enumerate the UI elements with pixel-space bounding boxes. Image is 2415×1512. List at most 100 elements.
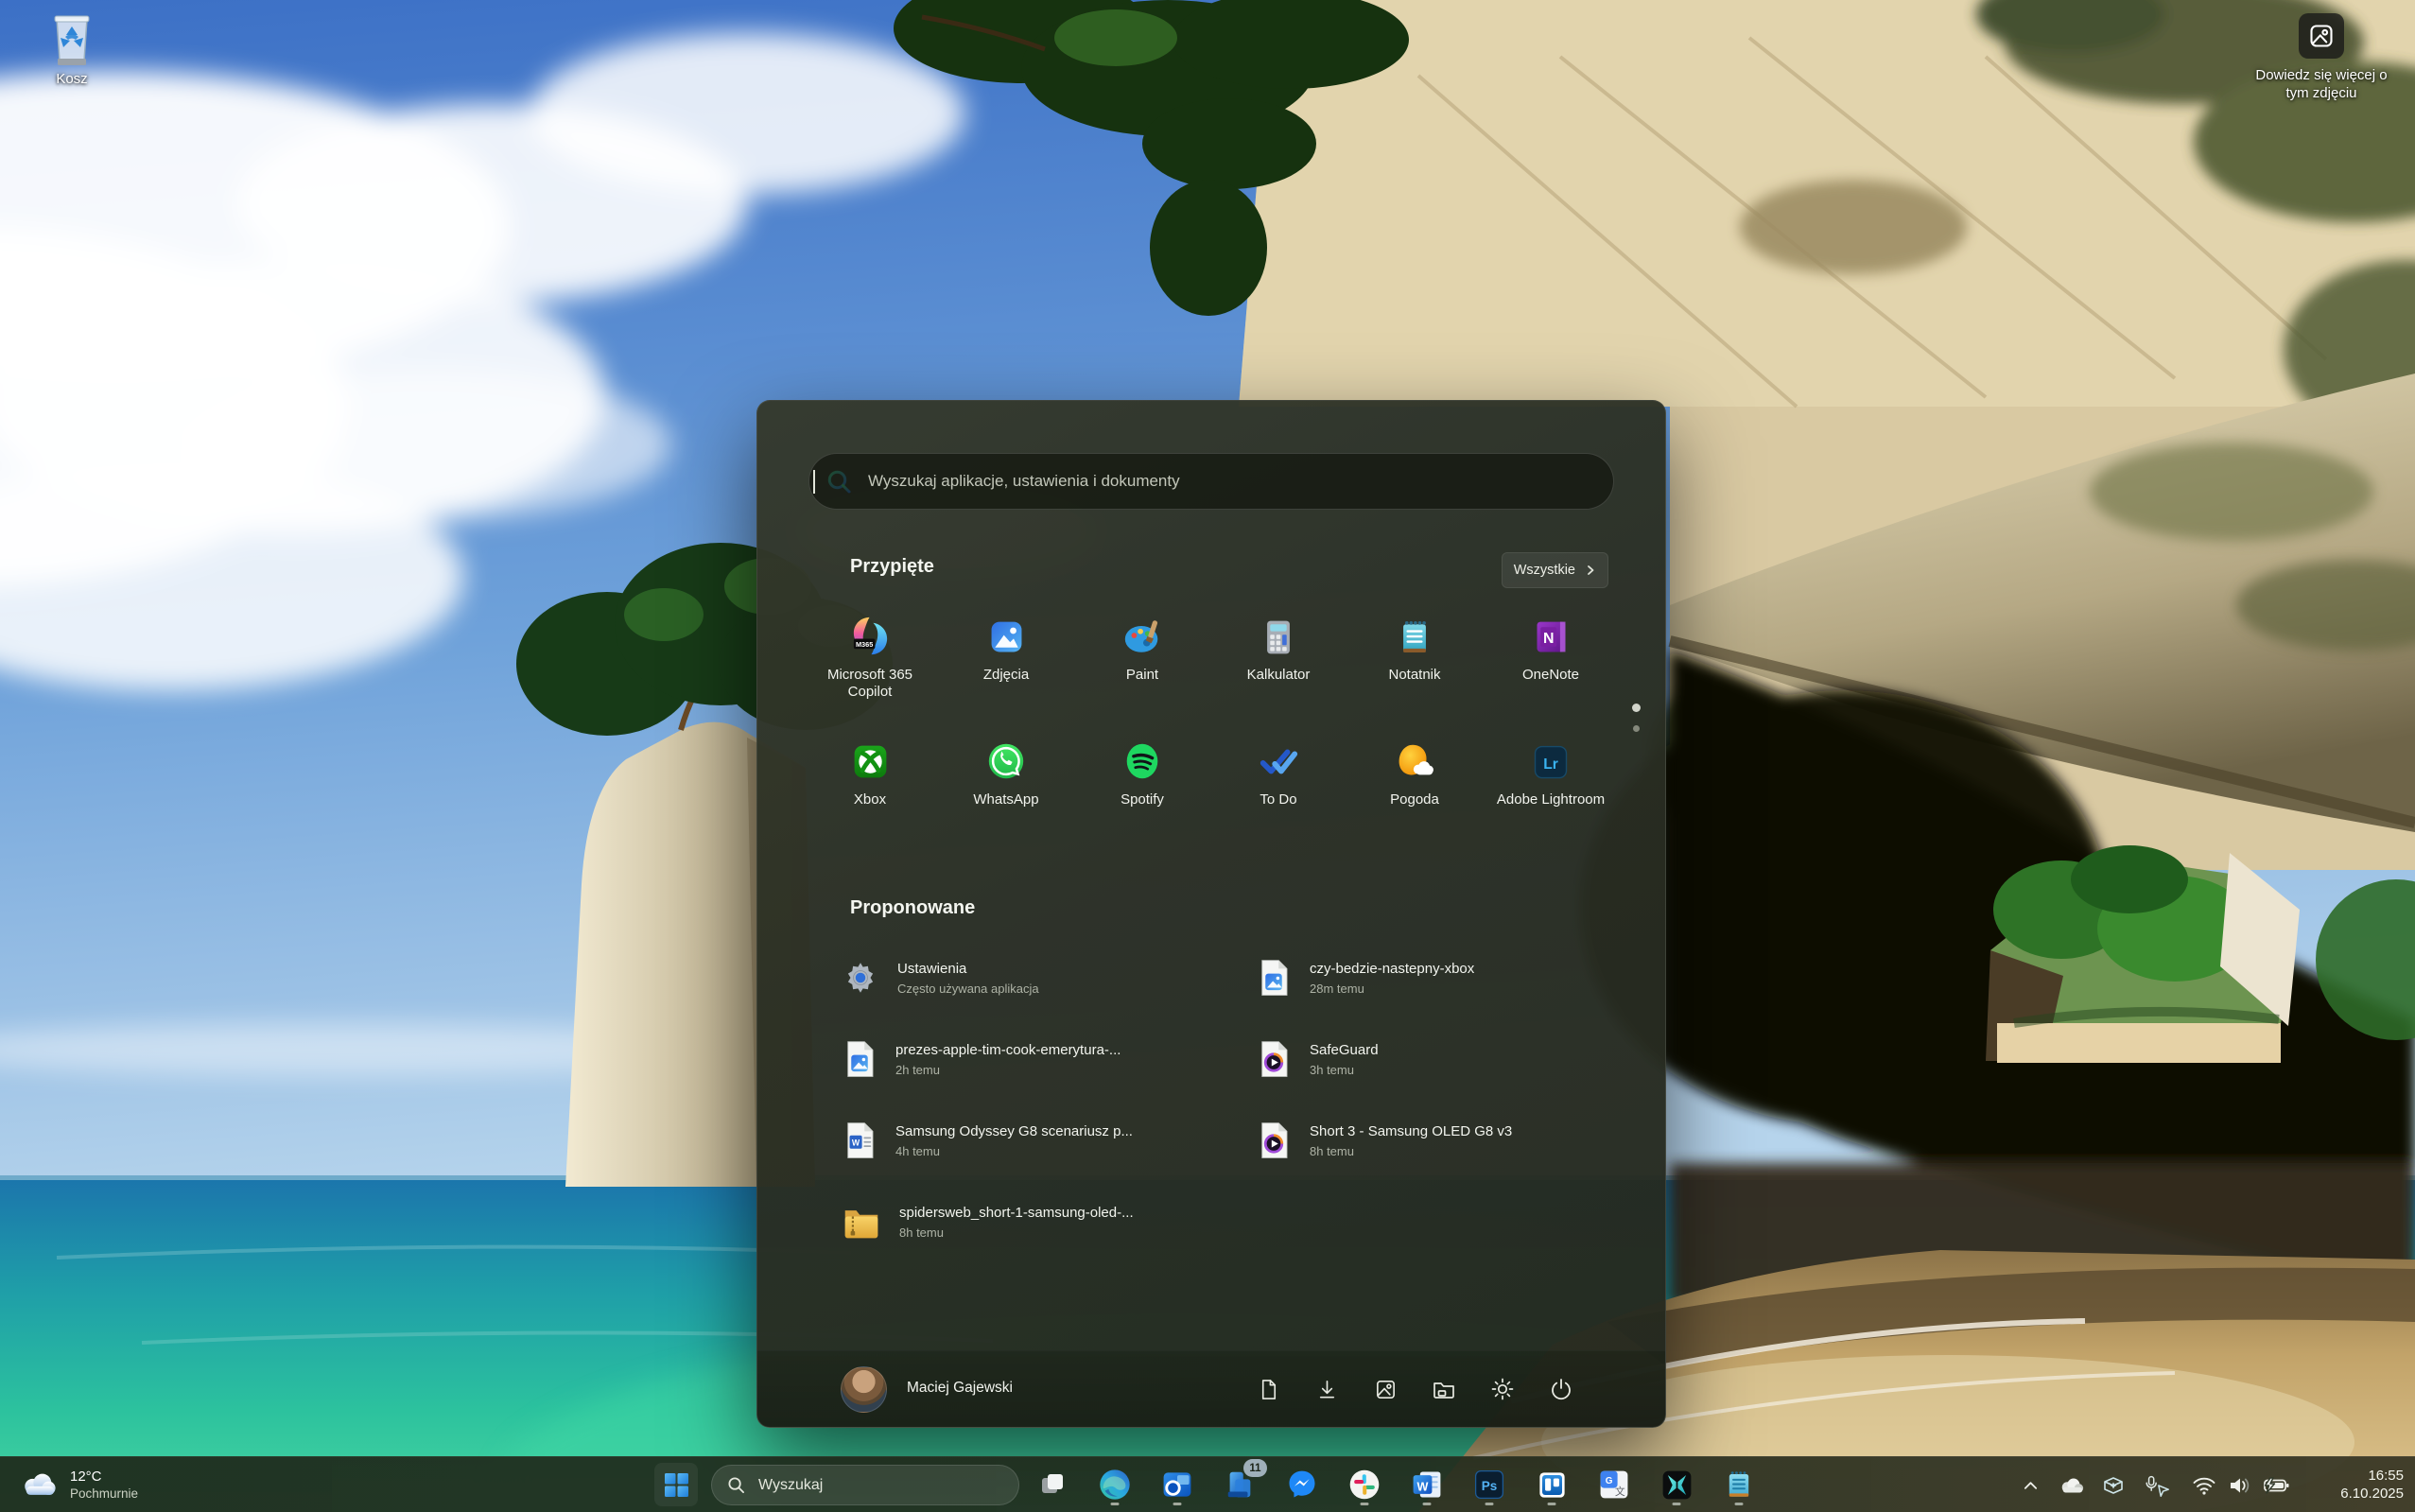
pinned-app-label: Microsoft 365 Copilot [808,667,931,701]
recommended-title: czy-bedzie-nastepny-xbox [1310,960,1474,978]
pinned-app-label: Paint [1126,667,1158,684]
settings-button[interactable] [1482,1368,1523,1410]
svg-text:Ps: Ps [1482,1479,1498,1493]
svg-text:M365: M365 [855,640,872,649]
pinned-app-lightroom[interactable]: Lr Adobe Lightroom [1483,736,1619,857]
spotlight-label-line2: tym zdjęciu [2255,84,2387,102]
taskbar-search[interactable]: Wyszukaj [711,1465,1019,1505]
svg-text:文: 文 [1615,1486,1625,1498]
user-name[interactable]: Maciej Gajewski [907,1380,1013,1397]
spotlight-label-line1: Dowiedz się więcej o [2255,66,2387,84]
recommended-subtitle: 3h temu [1310,1062,1379,1078]
taskbar-app-photoshop[interactable]: Ps [1468,1463,1511,1506]
recommended-item-file[interactable]: SafeGuard 3h temu [1255,1029,1661,1089]
todo-icon [1257,736,1300,783]
pinned-app-todo[interactable]: To Do [1210,736,1346,857]
calculator-icon [1258,611,1299,658]
taskbar-app-google-translate[interactable]: G 文 [1592,1463,1636,1506]
taskbar-app-word[interactable]: W [1405,1463,1449,1506]
recycle-bin-icon [36,11,108,70]
recycle-bin-label: Kosz [36,70,108,88]
spotlight-learn-more[interactable]: Dowiedz się więcej o tym zdjęciu [2232,13,2411,102]
pinned-app-label: To Do [1260,791,1296,808]
pinned-app-whatsapp[interactable]: WhatsApp [938,736,1074,857]
image-file-icon [1255,958,1293,998]
taskbar-app-slack[interactable] [1343,1463,1386,1506]
recommended-item-file[interactable]: czy-bedzie-nastepny-xbox 28m temu [1255,947,1661,1008]
teal-starburst-app-icon [1660,1469,1694,1502]
microsoft-365-copilot-icon: M365 [848,611,893,658]
taskbar-app-notepad[interactable] [1717,1463,1761,1506]
recommended-section-title: Proponowane [850,897,975,919]
svg-text:W: W [1417,1480,1429,1493]
pictures-button[interactable] [1364,1368,1406,1410]
downloads-button[interactable] [1306,1368,1347,1410]
taskbar-search-label: Wyszukaj [758,1477,823,1494]
desktop: Kosz Dowiedz się więcej o tym zdjęciu Pr… [0,0,2415,1512]
taskbar-app-starburst[interactable] [1655,1463,1698,1506]
start-search-input[interactable] [808,453,1614,510]
recommended-subtitle: 4h temu [895,1143,1133,1159]
tray-onedrive-button[interactable] [2054,1468,2090,1503]
pinned-app-paint[interactable]: Paint [1074,611,1210,732]
recommended-item-settings[interactable]: Ustawienia Często używana aplikacja [841,947,1247,1008]
pinned-app-label: Zdjęcia [983,667,1029,684]
tray-mic-location-button[interactable] [2139,1468,2175,1503]
recommended-title: Ustawienia [897,960,1039,978]
start-menu-footer: Maciej Gajewski [757,1350,1665,1427]
recommended-item-file[interactable]: spidersweb_short-1-samsung-oled-... 8h t… [841,1191,1247,1252]
pinned-app-photos[interactable]: Zdjęcia [938,611,1074,732]
taskbar-app-messenger[interactable] [1280,1463,1324,1506]
pinned-app-notepad[interactable]: Notatnik [1346,611,1483,732]
taskbar-app-edge[interactable] [1093,1463,1137,1506]
documents-button[interactable] [1247,1368,1289,1410]
all-apps-button[interactable]: Wszystkie [1502,552,1608,588]
recommended-item-file[interactable]: Short 3 - Samsung OLED G8 v3 8h temu [1255,1110,1661,1171]
pinned-page-dot[interactable] [1633,725,1640,732]
running-indicator [1423,1503,1432,1505]
pinned-app-copilot[interactable]: M365 Microsoft 365 Copilot [802,611,938,732]
pinned-app-label: Kalkulator [1247,667,1311,684]
tray-wifi-button[interactable] [2186,1468,2222,1503]
task-view-icon [1038,1470,1067,1499]
tray-studio-effects-button[interactable] [2095,1468,2131,1503]
pinned-app-label: Notatnik [1388,667,1440,684]
taskbar-app-phone-link[interactable]: 11 [1218,1463,1261,1506]
trello-icon [1536,1469,1569,1502]
videos-folder-button[interactable] [1423,1368,1465,1410]
running-indicator [1173,1503,1182,1505]
power-button[interactable] [1540,1368,1582,1410]
tray-hidden-icons-button[interactable] [2012,1468,2048,1503]
weather-widget[interactable]: 12°C Pochmurnie [21,1463,238,1506]
slack-icon [1347,1468,1381,1502]
recommended-title: prezes-apple-tim-cook-emerytura-... [895,1041,1121,1059]
recycle-bin-shortcut[interactable]: Kosz [36,11,108,88]
pinned-app-xbox[interactable]: Xbox [802,736,938,857]
pinned-app-onenote[interactable]: N OneNote [1483,611,1619,732]
recommended-item-file[interactable]: prezes-apple-tim-cook-emerytura-... 2h t… [841,1029,1247,1089]
task-view-button[interactable] [1031,1463,1074,1506]
tray-clock[interactable]: 16:55 6.10.2025 [2340,1467,2404,1503]
pinned-app-calculator[interactable]: Kalkulator [1210,611,1346,732]
pinned-app-spotify[interactable]: Spotify [1074,736,1210,857]
pinned-page-dot-active[interactable] [1632,704,1641,712]
taskbar-app-outlook[interactable] [1155,1463,1199,1506]
image-file-icon [841,1039,878,1079]
taskbar-app-trello[interactable] [1530,1463,1573,1506]
tray-battery-button[interactable] [2258,1468,2294,1503]
whatsapp-icon [984,736,1028,783]
recommended-title: SafeGuard [1310,1041,1379,1059]
recommended-item-file[interactable]: W Samsung Odyssey G8 scenariusz p... 4h … [841,1110,1247,1171]
recommended-title: spidersweb_short-1-samsung-oled-... [899,1204,1134,1222]
running-indicator [1361,1503,1369,1505]
user-avatar[interactable] [841,1366,887,1413]
onenote-icon: N [1530,611,1572,658]
notepad-taskbar-icon [1723,1469,1755,1501]
recommended-subtitle: 8h temu [1310,1143,1512,1159]
start-button[interactable] [654,1463,698,1506]
chevron-up-icon [2023,1478,2039,1494]
tray-volume-button[interactable] [2222,1468,2258,1503]
svg-text:N: N [1542,631,1554,647]
svg-text:Lr: Lr [1543,756,1558,773]
pinned-app-weather[interactable]: Pogoda [1346,736,1483,857]
